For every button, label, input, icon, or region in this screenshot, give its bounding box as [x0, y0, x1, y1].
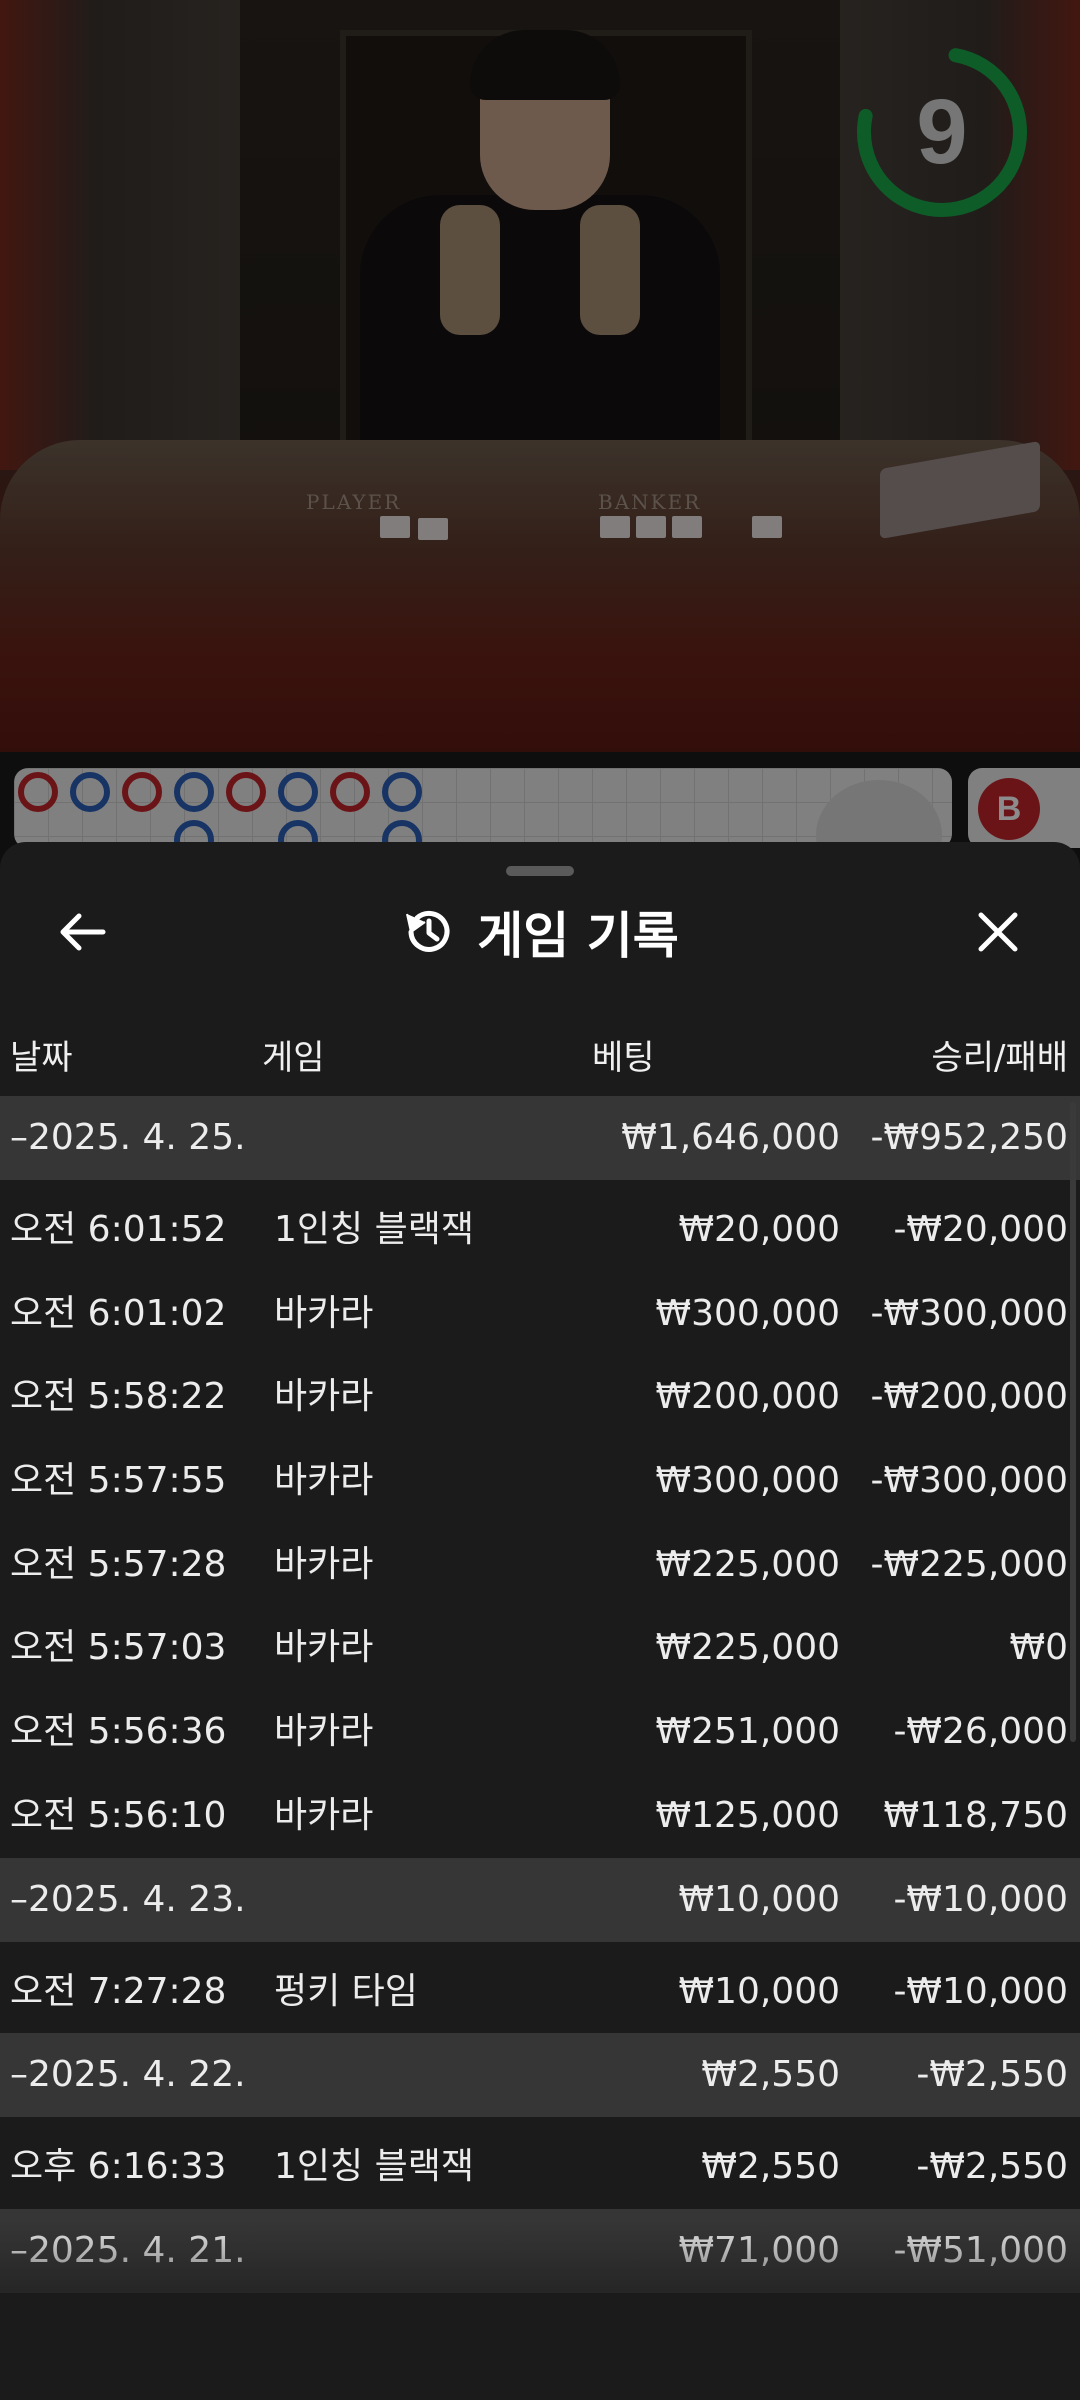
row-win-loss: -₩51,000 [893, 2229, 1068, 2271]
row-win-loss: -₩952,250 [870, 1117, 1068, 1158]
row-bet-amount: ₩225,000 [655, 1627, 840, 1669]
row-game: 바카라 [274, 1711, 374, 1753]
row-date: –2025. 4. 21. [10, 2229, 246, 2271]
row-bet-amount: ₩225,000 [655, 1543, 840, 1585]
row-game: 펑키 타임 [274, 1970, 418, 2012]
history-row[interactable]: 오전 5:57:03 바카라 ₩225,000 ₩0 [0, 1606, 1080, 1691]
row-bet-amount: ₩2,550 [701, 2146, 840, 2188]
row-win-loss: -₩2,550 [916, 2054, 1068, 2096]
row-date: 오전 5:57:28 [10, 1543, 227, 1585]
date-group-row[interactable]: –2025. 4. 21. ₩71,000 -₩51,000 [0, 2208, 1080, 2293]
history-row[interactable]: 오전 5:56:36 바카라 ₩251,000 -₩26,000 [0, 1690, 1080, 1774]
row-bet-amount: ₩300,000 [655, 1460, 840, 1502]
modal-backdrop[interactable] [0, 0, 1080, 900]
row-bet-amount: ₩125,000 [655, 1794, 840, 1836]
sheet-header: 게임 기록 [0, 900, 1080, 965]
row-win-loss: -₩300,000 [870, 1460, 1068, 1502]
row-date: 오전 5:57:03 [10, 1627, 227, 1669]
row-date: 오전 5:57:55 [10, 1460, 227, 1502]
row-win-loss: -₩200,000 [870, 1376, 1068, 1418]
row-date: 오전 5:58:22 [10, 1376, 227, 1418]
row-win-loss: -₩26,000 [893, 1711, 1068, 1753]
history-row[interactable]: 오전 6:01:52 1인칭 블랙잭 ₩20,000 -₩20,000 [0, 1188, 1080, 1272]
row-win-loss: -₩10,000 [893, 1970, 1068, 2012]
row-bet-amount: ₩10,000 [678, 1878, 840, 1920]
date-group-row[interactable]: –2025. 4. 25. ₩1,646,000 -₩952,250 [0, 1096, 1080, 1180]
row-bet-amount: ₩10,000 [678, 1970, 840, 2012]
row-bet-amount: ₩2,550 [701, 2054, 840, 2096]
row-win-loss: ₩0 [1009, 1627, 1069, 1669]
row-date: –2025. 4. 22. [10, 2054, 246, 2096]
sheet-title: 게임 기록 [477, 907, 679, 965]
sheet-drag-handle[interactable] [506, 866, 574, 876]
row-bet-amount: ₩200,000 [655, 1376, 840, 1418]
history-row[interactable]: 오전 5:58:22 바카라 ₩200,000 -₩200,000 [0, 1355, 1080, 1440]
row-game: 1인칭 블랙잭 [274, 2146, 474, 2188]
row-win-loss: -₩2,550 [916, 2146, 1068, 2188]
column-header-result: 승리/패배 [931, 1038, 1068, 1078]
history-row[interactable]: 오전 5:56:10 바카라 ₩125,000 ₩118,750 [0, 1773, 1080, 1858]
row-bet-amount: ₩20,000 [678, 1209, 840, 1250]
row-win-loss: -₩300,000 [870, 1292, 1068, 1334]
history-list[interactable]: –2025. 4. 25. ₩1,646,000 -₩952,250 오전 6:01:… [0, 1096, 1080, 2293]
close-button[interactable] [966, 900, 1030, 964]
history-row[interactable]: 오전 7:27:28 펑키 타임 ₩10,000 -₩10,000 [0, 1949, 1080, 2034]
row-bet-amount: ₩300,000 [655, 1292, 840, 1334]
row-date: 오전 6:01:02 [10, 1292, 227, 1334]
row-date: 오전 7:27:28 [10, 1970, 227, 2012]
date-group-row[interactable]: –2025. 4. 23. ₩10,000 -₩10,000 [0, 1857, 1080, 1942]
row-game: 바카라 [274, 1376, 374, 1418]
row-game: 바카라 [274, 1794, 374, 1836]
row-bet-amount: ₩71,000 [678, 2229, 840, 2271]
row-date: 오후 6:16:33 [10, 2146, 227, 2188]
row-date: –2025. 4. 25. [10, 1117, 246, 1158]
row-date: –2025. 4. 23. [10, 1878, 246, 1920]
row-date: 오전 6:01:52 [10, 1209, 227, 1250]
row-game: 바카라 [274, 1292, 374, 1334]
row-bet-amount: ₩1,646,000 [621, 1117, 840, 1158]
history-icon [406, 910, 450, 952]
row-win-loss: -₩225,000 [870, 1543, 1068, 1585]
column-header-date: 날짜 [10, 1038, 73, 1078]
date-group-row[interactable]: –2025. 4. 22. ₩2,550 -₩2,550 [0, 2033, 1080, 2118]
row-win-loss: -₩20,000 [893, 1209, 1068, 1250]
row-bet-amount: ₩251,000 [655, 1711, 840, 1753]
row-date: 오전 5:56:36 [10, 1711, 227, 1753]
history-row[interactable]: 오전 6:01:02 바카라 ₩300,000 -₩300,000 [0, 1271, 1080, 1356]
history-row[interactable]: 오전 5:57:55 바카라 ₩300,000 -₩300,000 [0, 1439, 1080, 1523]
row-win-loss: -₩10,000 [893, 1878, 1068, 1920]
row-game: 바카라 [274, 1460, 374, 1502]
history-row[interactable]: 오전 5:57:28 바카라 ₩225,000 -₩225,000 [0, 1522, 1080, 1607]
row-date: 오전 5:56:10 [10, 1794, 227, 1836]
list-scrollbar[interactable] [1070, 1102, 1076, 1742]
row-game: 바카라 [274, 1627, 374, 1669]
row-win-loss: ₩118,750 [883, 1794, 1068, 1836]
column-header-bet: 베팅 [592, 1038, 655, 1078]
row-game: 1인칭 블랙잭 [274, 1209, 474, 1250]
row-game: 바카라 [274, 1543, 374, 1585]
column-header-game: 게임 [262, 1038, 325, 1078]
history-row[interactable]: 오후 6:16:33 1인칭 블랙잭 ₩2,550 -₩2,550 [0, 2125, 1080, 2209]
close-icon [978, 912, 1018, 952]
